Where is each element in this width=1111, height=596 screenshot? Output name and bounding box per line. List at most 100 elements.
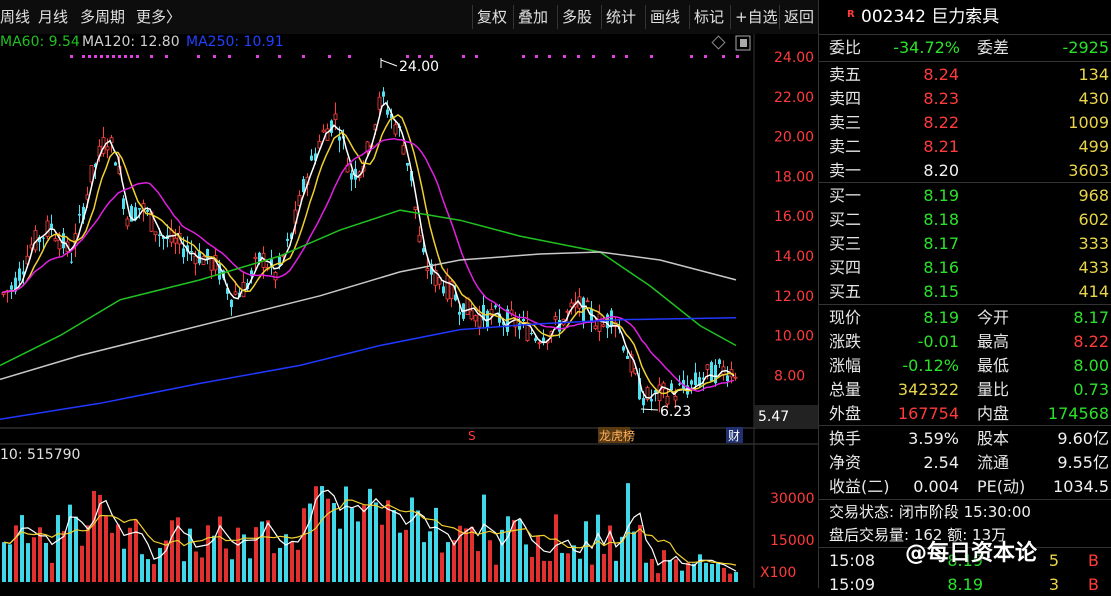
sell-level-volume: 134 bbox=[1078, 65, 1109, 84]
add-watchlist-button[interactable]: +自选 bbox=[730, 5, 782, 29]
buy-level-price: 8.15 bbox=[923, 282, 959, 301]
price-axis-label: 8.00 bbox=[774, 368, 805, 384]
buy-level-volume: 433 bbox=[1078, 258, 1109, 277]
volume-axis-15000: 15000 bbox=[770, 533, 815, 549]
period-multi[interactable]: 多周期 bbox=[80, 0, 125, 34]
watermark: @每日资本论 bbox=[905, 541, 1038, 566]
low-annotation: 6.23 bbox=[660, 404, 691, 420]
quote-value: 167754 bbox=[897, 404, 959, 423]
quote-panel: R 002342 巨力索具 委比 -34.72% 委差 -2925 卖五 8.24… bbox=[818, 0, 1111, 594]
price-axis-label: 18.00 bbox=[774, 169, 814, 185]
buy-level-label: 买三 bbox=[829, 234, 862, 253]
quote-value: 8.19 bbox=[923, 308, 959, 327]
quote-value: 174568 bbox=[1047, 404, 1109, 423]
price-axis-label: 24.00 bbox=[774, 50, 814, 66]
chart-toolbar: 周线 月线 多周期 更多〉 复权 叠加 多股 统计 画线 标记 +自选 返回 bbox=[0, 0, 818, 35]
tick-side: B bbox=[1088, 551, 1099, 570]
quote-label: 今开 bbox=[977, 308, 1010, 327]
adjust-button[interactable]: 复权 bbox=[472, 5, 511, 29]
period-monthly[interactable]: 月线 bbox=[38, 0, 68, 34]
buy-level-volume: 602 bbox=[1078, 210, 1109, 229]
quote-label: 内盘 bbox=[977, 404, 1010, 423]
r-badge: R bbox=[847, 9, 855, 20]
price-axis-label: 22.00 bbox=[774, 90, 814, 106]
multi-stock-button[interactable]: 多股 bbox=[557, 5, 596, 29]
sell-level-label: 卖三 bbox=[829, 113, 862, 132]
stat-value: 3.59% bbox=[908, 429, 959, 448]
buy-level-volume: 414 bbox=[1078, 282, 1109, 301]
stat-label: 股本 bbox=[977, 429, 1010, 448]
weibi-value: -34.72% bbox=[893, 38, 960, 57]
event-marker-s[interactable]: S bbox=[468, 429, 476, 443]
stat-value: 0.004 bbox=[913, 477, 959, 496]
quote-label: 涨幅 bbox=[829, 356, 862, 375]
event-marker-cai[interactable]: 财 bbox=[728, 429, 740, 443]
sell-level-price: 8.22 bbox=[923, 113, 959, 132]
current-price-tag: 5.47 bbox=[758, 409, 789, 425]
event-marker-lhb[interactable]: 龙虎榜 bbox=[599, 428, 635, 443]
high-annotation: 24.00 bbox=[399, 59, 439, 75]
buy-level-volume: 968 bbox=[1078, 186, 1109, 205]
weibi-label: 委比 bbox=[829, 38, 862, 57]
stock-header: R 002342 巨力索具 bbox=[819, 0, 1111, 35]
sell-level-label: 卖五 bbox=[829, 65, 862, 84]
more-menu[interactable]: 更多〉 bbox=[136, 0, 181, 34]
quote-value: 8.17 bbox=[1073, 308, 1109, 327]
buy-level-volume: 333 bbox=[1078, 234, 1109, 253]
weicha-value: -2925 bbox=[1062, 38, 1110, 57]
sell-level-price: 8.24 bbox=[923, 65, 959, 84]
tick-volume: 3 bbox=[1048, 575, 1059, 594]
quote-value: -0.12% bbox=[902, 356, 959, 375]
kline-chart[interactable]: MA60: 9.54 MA120: 12.80 MA250: 10.91 24.… bbox=[0, 34, 818, 588]
sell-level-price: 8.23 bbox=[923, 89, 959, 108]
stats-button[interactable]: 统计 bbox=[601, 5, 640, 29]
quote-label: 涨跌 bbox=[829, 332, 862, 351]
ma250-legend: MA250: 10.91 bbox=[186, 34, 284, 50]
stock-code-name: 002342 巨力索具 bbox=[861, 7, 1000, 27]
volume-unit: X100 bbox=[760, 565, 796, 581]
overlay-button[interactable]: 叠加 bbox=[513, 5, 552, 29]
ma60-legend: MA60: 9.54 bbox=[0, 34, 80, 50]
stat-label: PE(动) bbox=[977, 477, 1026, 496]
buy-level-label: 买一 bbox=[829, 186, 862, 205]
buy-level-label: 买四 bbox=[829, 258, 862, 277]
volume-legend: 10: 515790 bbox=[0, 447, 80, 463]
quote-label: 量比 bbox=[977, 380, 1010, 399]
quote-label: 最高 bbox=[977, 332, 1010, 351]
tick-side: B bbox=[1088, 575, 1099, 594]
stat-label: 换手 bbox=[829, 429, 862, 448]
stat-value: 1034.5 bbox=[1053, 477, 1109, 496]
buy-level-price: 8.17 bbox=[923, 234, 959, 253]
price-axis-label: 10.00 bbox=[774, 329, 814, 345]
quote-value: 8.00 bbox=[1073, 356, 1109, 375]
sell-level-volume: 3603 bbox=[1068, 161, 1109, 180]
price-axis-label: 20.00 bbox=[774, 130, 814, 146]
stat-value: 2.54 bbox=[923, 453, 959, 472]
sell-level-volume: 430 bbox=[1078, 89, 1109, 108]
weicha-label: 委差 bbox=[977, 38, 1010, 57]
sell-level-price: 8.20 bbox=[923, 161, 959, 180]
stat-label: 净资 bbox=[829, 453, 862, 472]
price-axis-label: 12.00 bbox=[774, 289, 814, 305]
stat-label: 流通 bbox=[977, 453, 1010, 472]
quote-label: 现价 bbox=[829, 308, 862, 327]
buy-level-label: 买二 bbox=[829, 210, 862, 229]
buy-level-price: 8.19 bbox=[923, 186, 959, 205]
buy-level-price: 8.16 bbox=[923, 258, 959, 277]
quote-value: 0.73 bbox=[1073, 380, 1109, 399]
tick-time: 15:08 bbox=[829, 551, 876, 570]
period-weekly[interactable]: 周线 bbox=[0, 0, 30, 34]
tick-price: 8.19 bbox=[947, 575, 983, 594]
price-axis-label: 16.00 bbox=[774, 209, 814, 225]
stat-value: 9.55亿 bbox=[1057, 453, 1109, 472]
quote-label: 总量 bbox=[829, 380, 862, 399]
quote-value: 342322 bbox=[897, 380, 959, 399]
sell-level-price: 8.21 bbox=[923, 137, 959, 156]
price-axis-label: 14.00 bbox=[774, 249, 814, 265]
mark-button[interactable]: 标记 bbox=[689, 5, 728, 29]
buy-level-price: 8.18 bbox=[923, 210, 959, 229]
ma120-legend: MA120: 12.80 bbox=[82, 34, 180, 50]
sell-level-label: 卖二 bbox=[829, 137, 862, 156]
draw-button[interactable]: 画线 bbox=[645, 5, 684, 29]
back-button[interactable]: 返回 bbox=[779, 5, 818, 29]
